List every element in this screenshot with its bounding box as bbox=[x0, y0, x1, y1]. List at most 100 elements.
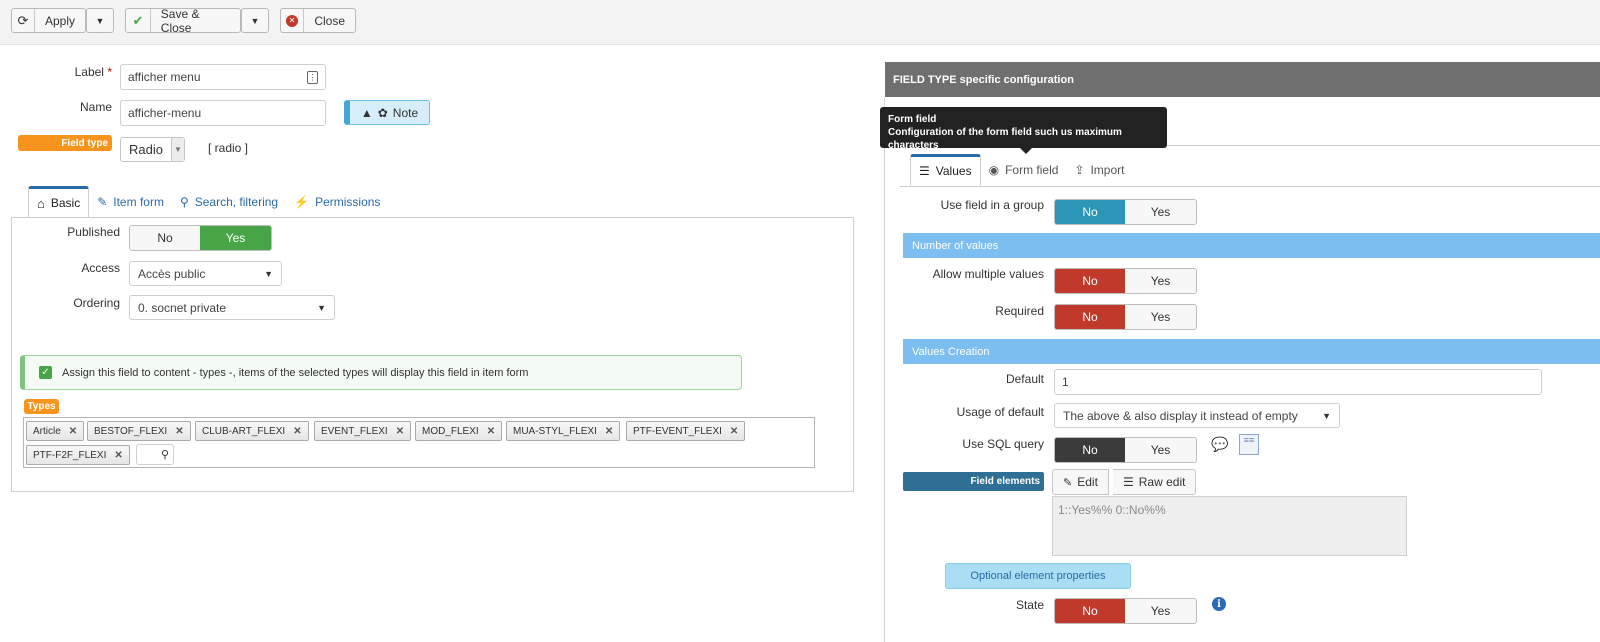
required-yes[interactable]: Yes bbox=[1125, 305, 1196, 329]
label-input[interactable]: afficher menu ⋮ bbox=[120, 64, 326, 90]
field-elements-textarea[interactable]: 1::Yes%% 0::No%% bbox=[1052, 496, 1407, 556]
refresh-icon: ⟳ bbox=[12, 9, 35, 32]
config-subtabs: ☰ Values ◉ Form field ⇪ Import bbox=[910, 153, 1132, 186]
edit-icon: ✎ bbox=[1063, 476, 1073, 489]
assign-types-notice: ✓ Assign this field to content - types -… bbox=[20, 355, 742, 390]
remove-icon[interactable]: ✕ bbox=[730, 426, 738, 437]
sql-query-yes[interactable]: Yes bbox=[1125, 438, 1196, 462]
comment-icon[interactable]: 💬 bbox=[1211, 436, 1228, 453]
name-input[interactable]: afficher-menu bbox=[120, 100, 326, 126]
database-icon: ☰ bbox=[919, 164, 930, 178]
apply-button[interactable]: ⟳ Apply bbox=[11, 8, 86, 33]
allow-multiple-label: Allow multiple values bbox=[932, 267, 1044, 281]
caret-down-icon: ▼ bbox=[250, 15, 260, 26]
subtab-import[interactable]: ⇪ Import bbox=[1066, 154, 1132, 186]
section-number-of-values: Number of values bbox=[903, 233, 1600, 258]
apply-dropdown-toggle[interactable]: ▼ bbox=[86, 8, 114, 33]
gear-icon: ✿ bbox=[377, 105, 388, 120]
chevron-down-icon: ▼ bbox=[170, 138, 184, 161]
subtab-form-field[interactable]: ◉ Form field bbox=[981, 154, 1067, 186]
remove-icon[interactable]: ✕ bbox=[114, 450, 122, 461]
type-tag: MUA-STYL_FLEXI ✕ bbox=[506, 421, 621, 441]
search-icon: ⚲ bbox=[179, 195, 189, 209]
info-icon[interactable]: i bbox=[1212, 597, 1226, 611]
sql-query-toggle[interactable]: No Yes bbox=[1054, 437, 1197, 463]
use-group-no[interactable]: No bbox=[1055, 200, 1125, 224]
search-icon: ⚲ bbox=[160, 449, 169, 461]
use-group-toggle[interactable]: No Yes bbox=[1054, 199, 1197, 225]
chevron-down-icon: ▼ bbox=[264, 268, 273, 279]
state-toggle[interactable]: No Yes bbox=[1054, 598, 1197, 624]
required-no[interactable]: No bbox=[1055, 305, 1125, 329]
plug-icon: ⚡ bbox=[294, 195, 310, 209]
upload-icon: ⇪ bbox=[1074, 163, 1085, 177]
access-label: Access bbox=[81, 261, 120, 275]
list-icon: ☰ bbox=[1123, 475, 1134, 489]
sql-query-label: Use SQL query bbox=[962, 437, 1044, 451]
type-tag: EVENT_FLEXI ✕ bbox=[314, 421, 412, 441]
usage-default-label: Usage of default bbox=[956, 405, 1044, 419]
remove-icon[interactable]: ✕ bbox=[605, 426, 613, 437]
type-tag: PTF-EVENT_FLEXI ✕ bbox=[626, 421, 746, 441]
default-label: Default bbox=[1005, 372, 1044, 386]
chevron-down-icon: ▼ bbox=[317, 302, 326, 313]
tab-item-form[interactable]: ✎ Item form bbox=[89, 186, 172, 218]
subtabs-underline bbox=[900, 186, 1600, 187]
required-label: Required bbox=[995, 304, 1044, 318]
type-tag: Article ✕ bbox=[26, 421, 85, 441]
state-label: State bbox=[1015, 598, 1044, 612]
sql-query-no[interactable]: No bbox=[1055, 438, 1125, 462]
remove-icon[interactable]: ✕ bbox=[175, 426, 183, 437]
state-no[interactable]: No bbox=[1055, 599, 1125, 623]
types-badge: Types bbox=[24, 399, 59, 414]
home-icon: ⌂ bbox=[37, 195, 45, 211]
types-search-input[interactable]: ⚲ bbox=[136, 444, 174, 465]
optional-element-properties-button[interactable]: Optional element properties bbox=[945, 563, 1131, 589]
access-select[interactable]: Accès public ▼ bbox=[129, 261, 282, 286]
section-values-creation: Values Creation bbox=[903, 339, 1600, 364]
tab-permissions[interactable]: ⚡ Permissions bbox=[286, 186, 388, 218]
remove-icon[interactable]: ✕ bbox=[69, 426, 77, 437]
use-group-yes[interactable]: Yes bbox=[1125, 200, 1196, 224]
allow-multiple-toggle[interactable]: No Yes bbox=[1054, 268, 1197, 294]
published-toggle[interactable]: No Yes bbox=[129, 225, 272, 251]
field-type-badge: Field type bbox=[18, 135, 112, 151]
edit-icon: ✎ bbox=[97, 195, 108, 209]
published-yes-option[interactable]: Yes bbox=[200, 226, 271, 250]
field-type-select[interactable]: Radio ▼ bbox=[120, 137, 185, 162]
usage-default-select[interactable]: The above & also display it instead of e… bbox=[1054, 403, 1340, 428]
radio-target-icon: ◉ bbox=[988, 163, 1000, 177]
use-group-label: Use field in a group bbox=[940, 198, 1044, 212]
type-tag: CLUB-ART_FLEXI ✕ bbox=[195, 421, 309, 441]
close-button[interactable]: ✕ Close bbox=[280, 8, 356, 33]
remove-icon[interactable]: ✕ bbox=[396, 426, 404, 437]
published-no-option[interactable]: No bbox=[130, 226, 200, 250]
caret-down-icon: ▼ bbox=[95, 15, 105, 26]
allow-multiple-no[interactable]: No bbox=[1055, 269, 1125, 293]
toolbar: ⟳ Apply ▼ ✔ Save & Close ▼ ✕ Close bbox=[0, 0, 1600, 45]
subtab-values[interactable]: ☰ Values bbox=[910, 154, 981, 186]
allow-multiple-yes[interactable]: Yes bbox=[1125, 269, 1196, 293]
tab-basic[interactable]: ⌂ Basic bbox=[28, 186, 90, 218]
remove-icon[interactable]: ✕ bbox=[293, 426, 301, 437]
remove-icon[interactable]: ✕ bbox=[487, 426, 495, 437]
tab-search-filtering[interactable]: ⚲ Search, filtering bbox=[172, 186, 286, 218]
name-caption: Name bbox=[79, 100, 112, 114]
type-tag: BESTOF_FLEXI ✕ bbox=[87, 421, 191, 441]
translate-icon[interactable]: ⋮ bbox=[307, 70, 318, 84]
ordering-select[interactable]: 0. socnet private ▼ bbox=[129, 295, 335, 320]
state-yes[interactable]: Yes bbox=[1125, 599, 1196, 623]
raw-edit-button[interactable]: ☰ Raw edit bbox=[1113, 469, 1197, 495]
edit-button[interactable]: ✎ Edit bbox=[1052, 469, 1109, 495]
save-close-button[interactable]: ✔ Save & Close bbox=[125, 7, 241, 35]
form-field-tooltip: Form field Configuration of the form fie… bbox=[880, 107, 1167, 154]
default-input[interactable]: 1 bbox=[1054, 369, 1542, 395]
checkbox-checked-icon[interactable]: ✓ bbox=[39, 366, 52, 379]
list-icon[interactable]: ≡≡ bbox=[1239, 434, 1259, 455]
required-toggle[interactable]: No Yes bbox=[1054, 304, 1197, 330]
note-button[interactable]: ▲ ✿ Note bbox=[344, 100, 430, 125]
type-tag: MOD_FLEXI ✕ bbox=[415, 421, 503, 441]
warning-icon: ▲ bbox=[360, 105, 373, 120]
save-close-dropdown-toggle[interactable]: ▼ bbox=[241, 8, 269, 33]
close-circle-icon: ✕ bbox=[281, 9, 305, 32]
